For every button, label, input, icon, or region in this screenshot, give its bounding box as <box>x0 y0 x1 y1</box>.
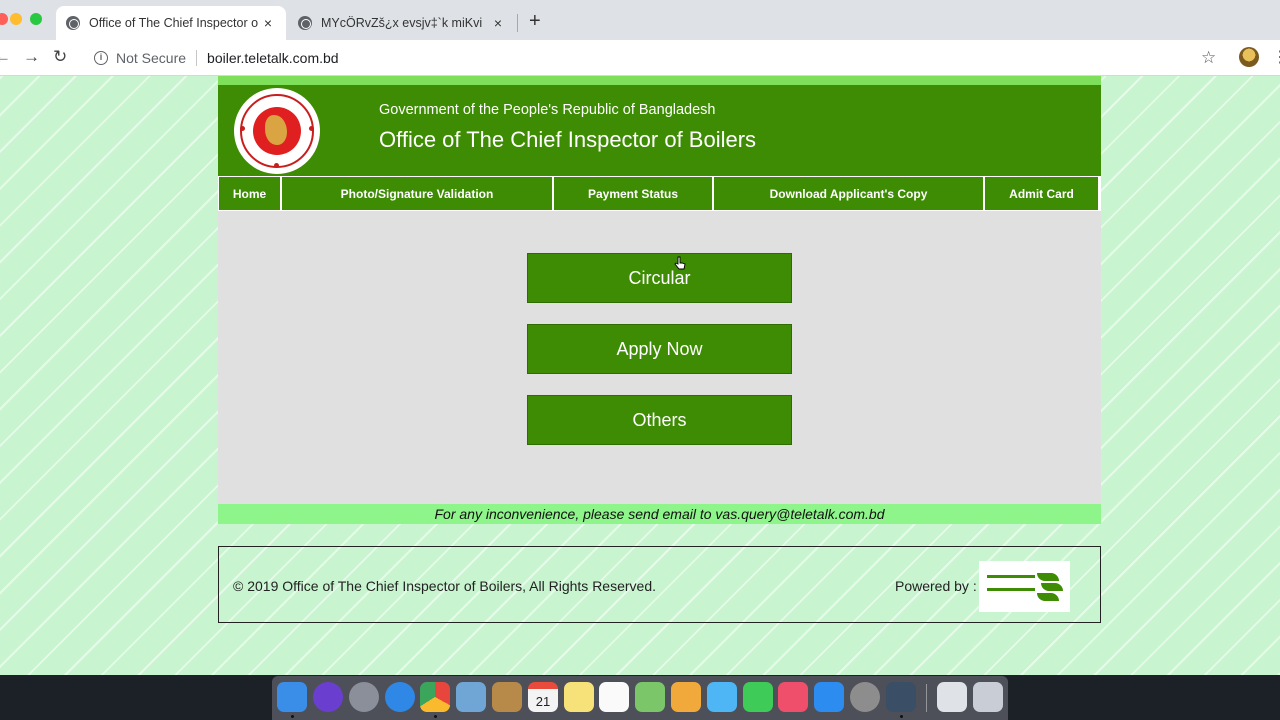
siri-icon[interactable] <box>313 682 343 712</box>
powered-by-label: Powered by : <box>895 578 977 594</box>
nav-home[interactable]: Home <box>219 177 280 210</box>
nav-download-applicants-copy[interactable]: Download Applicant's Copy <box>714 177 983 210</box>
contact-notice: For any inconvenience, please send email… <box>218 504 1101 524</box>
address-divider <box>196 50 198 66</box>
macos-dock: 21 <box>272 676 1008 720</box>
trash-icon[interactable] <box>973 682 1003 712</box>
copyright-text: © 2019 Office of The Chief Inspector of … <box>233 578 657 594</box>
maps-icon[interactable] <box>635 682 665 712</box>
messages-icon[interactable] <box>707 682 737 712</box>
dock-running-indicator <box>291 715 294 718</box>
bangladesh-emblem-icon <box>234 88 320 174</box>
forward-icon[interactable]: → <box>23 47 40 67</box>
contacts-icon[interactable] <box>492 682 522 712</box>
teletalk-leaf <box>1041 583 1063 591</box>
dock-running-indicator <box>900 715 903 718</box>
globe-icon <box>66 16 80 30</box>
emblem-star <box>274 163 279 168</box>
reminders-icon[interactable] <box>599 682 629 712</box>
bookmark-star-icon[interactable]: ☆ <box>1201 48 1216 68</box>
dock-separator <box>926 684 927 712</box>
browser-tab-active[interactable]: Office of The Chief Inspector o × <box>56 6 286 40</box>
url-text[interactable]: boiler.teletalk.com.bd <box>207 50 339 66</box>
downloads-icon[interactable] <box>937 682 967 712</box>
nav-photo-signature-validation[interactable]: Photo/Signature Validation <box>282 177 552 210</box>
reload-icon[interactable]: ↻ <box>53 47 67 67</box>
site-header: Government of the People's Republic of B… <box>218 85 1101 176</box>
menu-dots-icon[interactable]: ⋮ <box>1272 47 1280 67</box>
globe-icon <box>298 16 312 30</box>
circular-button[interactable]: Circular <box>527 253 792 303</box>
close-icon[interactable]: × <box>490 15 506 31</box>
back-icon[interactable]: ← <box>0 47 11 67</box>
address-bar[interactable]: i Not Secure boiler.teletalk.com.bd <box>84 44 1234 72</box>
security-indicator[interactable]: Not Secure <box>116 50 186 66</box>
tab-strip: Office of The Chief Inspector o × MYcÖRv… <box>0 0 1280 40</box>
browser-tab[interactable]: MYcÖRvZš¿x evsjv‡`k miKvi × <box>288 6 516 40</box>
nav-admit-card[interactable]: Admit Card <box>985 177 1098 210</box>
close-window-button[interactable] <box>0 13 8 25</box>
tab-divider <box>517 14 518 32</box>
teletalk-leaf <box>1037 573 1059 581</box>
close-icon[interactable]: × <box>260 15 276 31</box>
facetime-icon[interactable] <box>743 682 773 712</box>
system-preferences-icon[interactable] <box>850 682 880 712</box>
page-title: Office of The Chief Inspector of Boilers <box>379 127 757 152</box>
launchpad-icon[interactable] <box>349 682 379 712</box>
app-store-icon[interactable] <box>814 682 844 712</box>
calendar-icon[interactable]: 21 <box>528 682 558 712</box>
dock-running-indicator <box>434 715 437 718</box>
notes-icon[interactable] <box>564 682 594 712</box>
chrome-icon[interactable] <box>420 682 450 712</box>
main-nav: Home Photo/Signature Validation Payment … <box>218 176 1101 211</box>
hand-cursor-icon <box>674 256 686 270</box>
top-accent-bar <box>218 76 1101 85</box>
emblem-star <box>309 126 314 131</box>
web-page: Government of the People's Republic of B… <box>0 76 1280 675</box>
zoom-window-button[interactable] <box>30 13 42 25</box>
new-tab-button[interactable]: + <box>529 10 541 33</box>
minimize-window-button[interactable] <box>10 13 22 25</box>
info-icon[interactable]: i <box>94 51 108 65</box>
safari-icon[interactable] <box>385 682 415 712</box>
finder-icon[interactable] <box>277 682 307 712</box>
teletalk-wordmark <box>987 575 1035 591</box>
teletalk-leaf <box>1037 593 1059 601</box>
quicktime-icon[interactable] <box>886 682 916 712</box>
music-icon[interactable] <box>778 682 808 712</box>
nav-payment-status[interactable]: Payment Status <box>554 177 712 210</box>
photos-icon[interactable] <box>671 682 701 712</box>
tab-title: MYcÖRvZš¿x evsjv‡`k miKvi <box>321 16 483 30</box>
main-content: Circular Apply Now Others <box>218 211 1101 504</box>
page-container: Government of the People's Republic of B… <box>218 76 1101 623</box>
browser-toolbar: ← → ↻ i Not Secure boiler.teletalk.com.b… <box>0 40 1280 76</box>
government-name: Government of the People's Republic of B… <box>379 102 716 118</box>
emblem-star <box>240 126 245 131</box>
preview-icon[interactable] <box>456 682 486 712</box>
site-footer: © 2019 Office of The Chief Inspector of … <box>218 546 1101 623</box>
others-button[interactable]: Others <box>527 395 792 445</box>
profile-avatar-icon[interactable] <box>1239 47 1259 67</box>
tab-title: Office of The Chief Inspector o <box>89 16 259 30</box>
teletalk-logo-icon[interactable] <box>979 561 1070 612</box>
apply-now-button[interactable]: Apply Now <box>527 324 792 374</box>
